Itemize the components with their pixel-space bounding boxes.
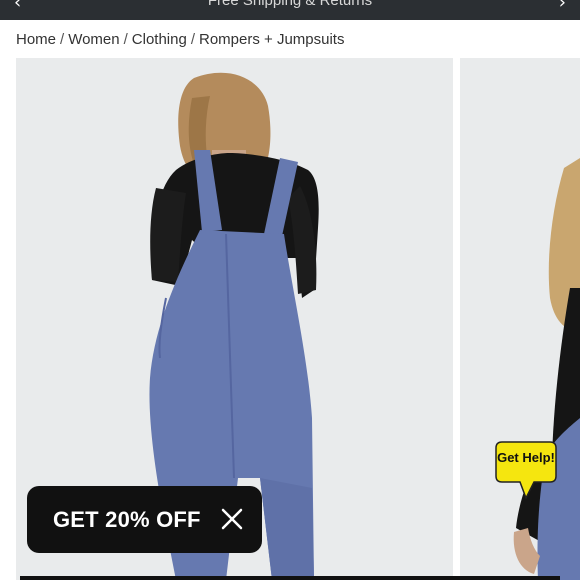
promo-banner-text[interactable]: Free Shipping & Returns	[0, 0, 580, 9]
close-icon[interactable]	[221, 508, 243, 530]
bottom-bar	[20, 576, 560, 580]
discount-popup[interactable]: GET 20% OFF	[27, 486, 262, 553]
breadcrumb: Home / Women / Clothing / Rompers + Jumpsuits	[16, 31, 344, 48]
breadcrumb-rompers-jumpsuits[interactable]: Rompers + Jumpsuits	[199, 31, 344, 48]
promo-banner: ‹ Free Shipping & Returns ›	[0, 0, 580, 20]
breadcrumb-separator: /	[190, 31, 195, 48]
breadcrumb-home[interactable]: Home	[16, 31, 56, 48]
discount-popup-label[interactable]: GET 20% OFF	[53, 507, 201, 533]
breadcrumb-women[interactable]: Women	[68, 31, 119, 48]
get-help-label: Get Help!	[497, 450, 555, 465]
breadcrumb-separator: /	[60, 31, 65, 48]
get-help-button[interactable]: Get Help!	[494, 440, 560, 502]
chevron-right-icon[interactable]: ›	[559, 0, 566, 12]
breadcrumb-clothing[interactable]: Clothing	[132, 31, 187, 48]
breadcrumb-separator: /	[123, 31, 128, 48]
